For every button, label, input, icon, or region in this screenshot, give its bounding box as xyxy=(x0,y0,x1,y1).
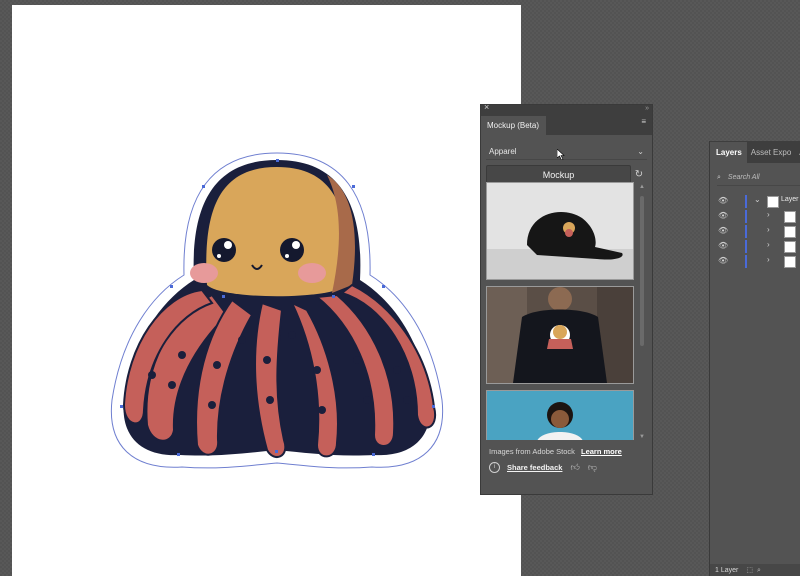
chevron-right-icon[interactable]: › xyxy=(767,210,770,219)
chevron-right-icon[interactable]: › xyxy=(767,225,770,234)
eye-icon[interactable]: 👁︎ xyxy=(718,256,728,265)
layer-thumbnail xyxy=(767,196,779,208)
layer-color-bar xyxy=(745,210,747,223)
share-feedback-link[interactable]: Share feedback xyxy=(507,463,562,472)
tab-asset-export[interactable]: Asset Expo xyxy=(747,148,795,157)
eye-icon[interactable]: 👁︎ xyxy=(718,211,728,220)
layer-color-bar xyxy=(745,195,747,208)
scroll-up-icon[interactable]: ▲ xyxy=(639,184,645,190)
tab-overflow[interactable]: A xyxy=(795,148,800,157)
category-dropdown[interactable]: Apparel ⌄ xyxy=(486,143,647,160)
layer-color-bar xyxy=(745,255,747,268)
thumbs-down-icon[interactable]: 👎︎ xyxy=(588,462,597,473)
sublayer-thumbnail xyxy=(784,226,796,238)
eye-icon[interactable]: 👁︎ xyxy=(718,196,728,205)
layers-tabs: Layers Asset Expo A xyxy=(710,141,800,163)
search-icon: ⌕ xyxy=(717,173,721,181)
stock-text: Images from Adobe Stock xyxy=(489,447,575,456)
layers-panel: Layers Asset Expo A ⌕ Search All 👁︎ ⌄ La… xyxy=(709,141,800,576)
close-icon[interactable]: × xyxy=(484,102,489,112)
thumbs-up-icon[interactable]: 👍︎ xyxy=(570,462,579,473)
layer-count: 1 Layer xyxy=(715,566,739,574)
category-value: Apparel xyxy=(489,146,517,156)
thumbnail-child[interactable] xyxy=(486,390,634,440)
layer-name: Layer xyxy=(781,196,799,203)
sublayer-row[interactable]: 👁︎ › xyxy=(710,224,800,239)
sublayer-row[interactable]: 👁︎ › xyxy=(710,239,800,254)
eye-icon[interactable]: 👁︎ xyxy=(718,241,728,250)
collapse-icon[interactable]: » xyxy=(645,105,649,112)
sublayer-thumbnail xyxy=(784,211,796,223)
sublayer-thumbnail xyxy=(784,241,796,253)
learn-more-link[interactable]: Learn more xyxy=(581,447,622,456)
reset-icon[interactable]: ↻ xyxy=(631,169,647,180)
sublayer-row[interactable]: 👁︎ › xyxy=(710,209,800,224)
search-placeholder: Search All xyxy=(727,174,760,181)
panel-tabs: Mockup (Beta) xyxy=(481,113,652,135)
thumbnail-tshirt[interactable] xyxy=(486,286,634,384)
tab-mockup[interactable]: Mockup (Beta) xyxy=(481,116,547,135)
chevron-right-icon[interactable]: › xyxy=(767,240,770,249)
layer-row[interactable]: 👁︎ ⌄ Layer xyxy=(710,194,800,209)
artboard[interactable] xyxy=(12,5,521,576)
sublayer-row[interactable]: 👁︎ › xyxy=(710,254,800,269)
chevron-down-icon: ⌄ xyxy=(637,146,644,156)
layer-color-bar xyxy=(745,225,747,238)
tab-layers[interactable]: Layers xyxy=(710,141,747,163)
export-icon[interactable]: ⬚⌕ xyxy=(746,566,765,575)
scroll-down-icon[interactable]: ▼ xyxy=(639,434,645,440)
mockup-thumbnails xyxy=(486,182,634,440)
feedback-row: i Share feedback 👍︎ 👎︎ xyxy=(489,462,605,473)
mouse-cursor-icon xyxy=(557,149,565,160)
chevron-right-icon[interactable]: › xyxy=(767,255,770,264)
layer-color-bar xyxy=(745,240,747,253)
info-icon[interactable]: i xyxy=(489,462,500,473)
thumbnail-cap[interactable] xyxy=(486,182,634,280)
panel-menu-icon[interactable]: ≡ xyxy=(641,117,646,126)
layers-search[interactable]: ⌕ Search All xyxy=(717,170,800,186)
panel-titlebar[interactable]: × » xyxy=(481,102,652,113)
chevron-down-icon[interactable]: ⌄ xyxy=(754,195,761,204)
scroll-thumb[interactable] xyxy=(640,196,644,346)
layers-footer: 1 Layer ⬚⌕ xyxy=(710,564,800,576)
eye-icon[interactable]: 👁︎ xyxy=(718,226,728,235)
sublayer-thumbnail xyxy=(784,256,796,268)
stock-credit: Images from Adobe Stock Learn more xyxy=(489,447,622,456)
mockup-panel: × » Mockup (Beta) ≡ Apparel ⌄ Mockup ↻ ▲… xyxy=(480,102,653,495)
octopus-artwork[interactable] xyxy=(102,145,452,480)
thumbnail-scrollbar[interactable]: ▲ ▼ xyxy=(639,184,645,440)
